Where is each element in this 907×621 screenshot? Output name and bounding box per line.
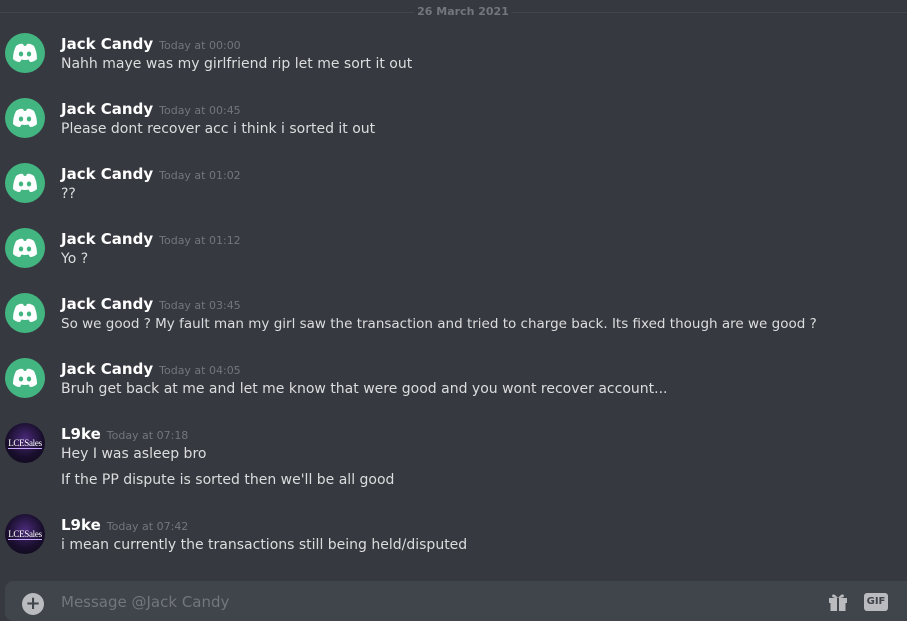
gift-icon[interactable]: [827, 591, 849, 611]
discord-logo-icon: [13, 238, 37, 257]
divider-line-right: [512, 12, 907, 13]
avatar[interactable]: [5, 293, 45, 333]
divider-line-left: [0, 12, 414, 13]
username[interactable]: Jack Candy: [61, 295, 153, 313]
message-text: i mean currently the transactions still …: [61, 537, 468, 553]
message-text: Nahh maye was my girlfriend rip let me s…: [61, 56, 413, 72]
timestamp: Today at 03:45: [159, 299, 241, 312]
username[interactable]: L9ke: [61, 516, 101, 534]
message-composer[interactable]: + Message @Jack Candy GIF: [5, 581, 907, 621]
avatar[interactable]: [5, 358, 45, 398]
message-text: Yo ?: [61, 251, 89, 267]
discord-logo-icon: [13, 108, 37, 127]
discord-logo-icon: [13, 303, 37, 322]
message-text: ??: [61, 186, 76, 202]
date-divider-label: 26 March 2021: [417, 5, 509, 18]
timestamp: Today at 00:00: [159, 39, 241, 52]
username[interactable]: Jack Candy: [61, 165, 153, 183]
message-text: Please dont recover acc i think i sorted…: [61, 121, 376, 137]
username[interactable]: L9ke: [61, 425, 101, 443]
date-divider: 26 March 2021: [0, 4, 907, 20]
avatar-logo-text: LCESales: [8, 528, 42, 540]
plus-icon[interactable]: +: [22, 593, 44, 615]
username[interactable]: Jack Candy: [61, 230, 153, 248]
gif-icon[interactable]: GIF: [864, 593, 888, 611]
message-text: If the PP dispute is sorted then we'll b…: [61, 472, 395, 488]
discord-logo-icon: [13, 43, 37, 62]
message-text: Hey I was asleep bro: [61, 446, 207, 462]
timestamp: Today at 07:18: [106, 429, 189, 442]
timestamp: Today at 01:12: [159, 234, 241, 247]
avatar[interactable]: [5, 163, 45, 203]
timestamp: Today at 07:42: [106, 520, 189, 533]
timestamp: Today at 00:45: [159, 104, 241, 117]
avatar[interactable]: LCESales: [5, 423, 45, 463]
message-text: So we good ? My fault man my girl saw th…: [61, 316, 817, 332]
avatar[interactable]: [5, 33, 45, 73]
timestamp: Today at 04:05: [159, 364, 241, 377]
message-input[interactable]: Message @Jack Candy: [61, 593, 229, 611]
username[interactable]: Jack Candy: [61, 360, 153, 378]
timestamp: Today at 01:02: [159, 169, 241, 182]
message-text: Bruh get back at me and let me know that…: [61, 381, 668, 397]
username[interactable]: Jack Candy: [61, 35, 153, 53]
username[interactable]: Jack Candy: [61, 100, 153, 118]
avatar-logo-text: LCESales: [8, 437, 42, 449]
discord-logo-icon: [13, 368, 37, 387]
avatar[interactable]: [5, 98, 45, 138]
discord-logo-icon: [13, 173, 37, 192]
avatar[interactable]: [5, 228, 45, 268]
avatar[interactable]: LCESales: [5, 514, 45, 554]
